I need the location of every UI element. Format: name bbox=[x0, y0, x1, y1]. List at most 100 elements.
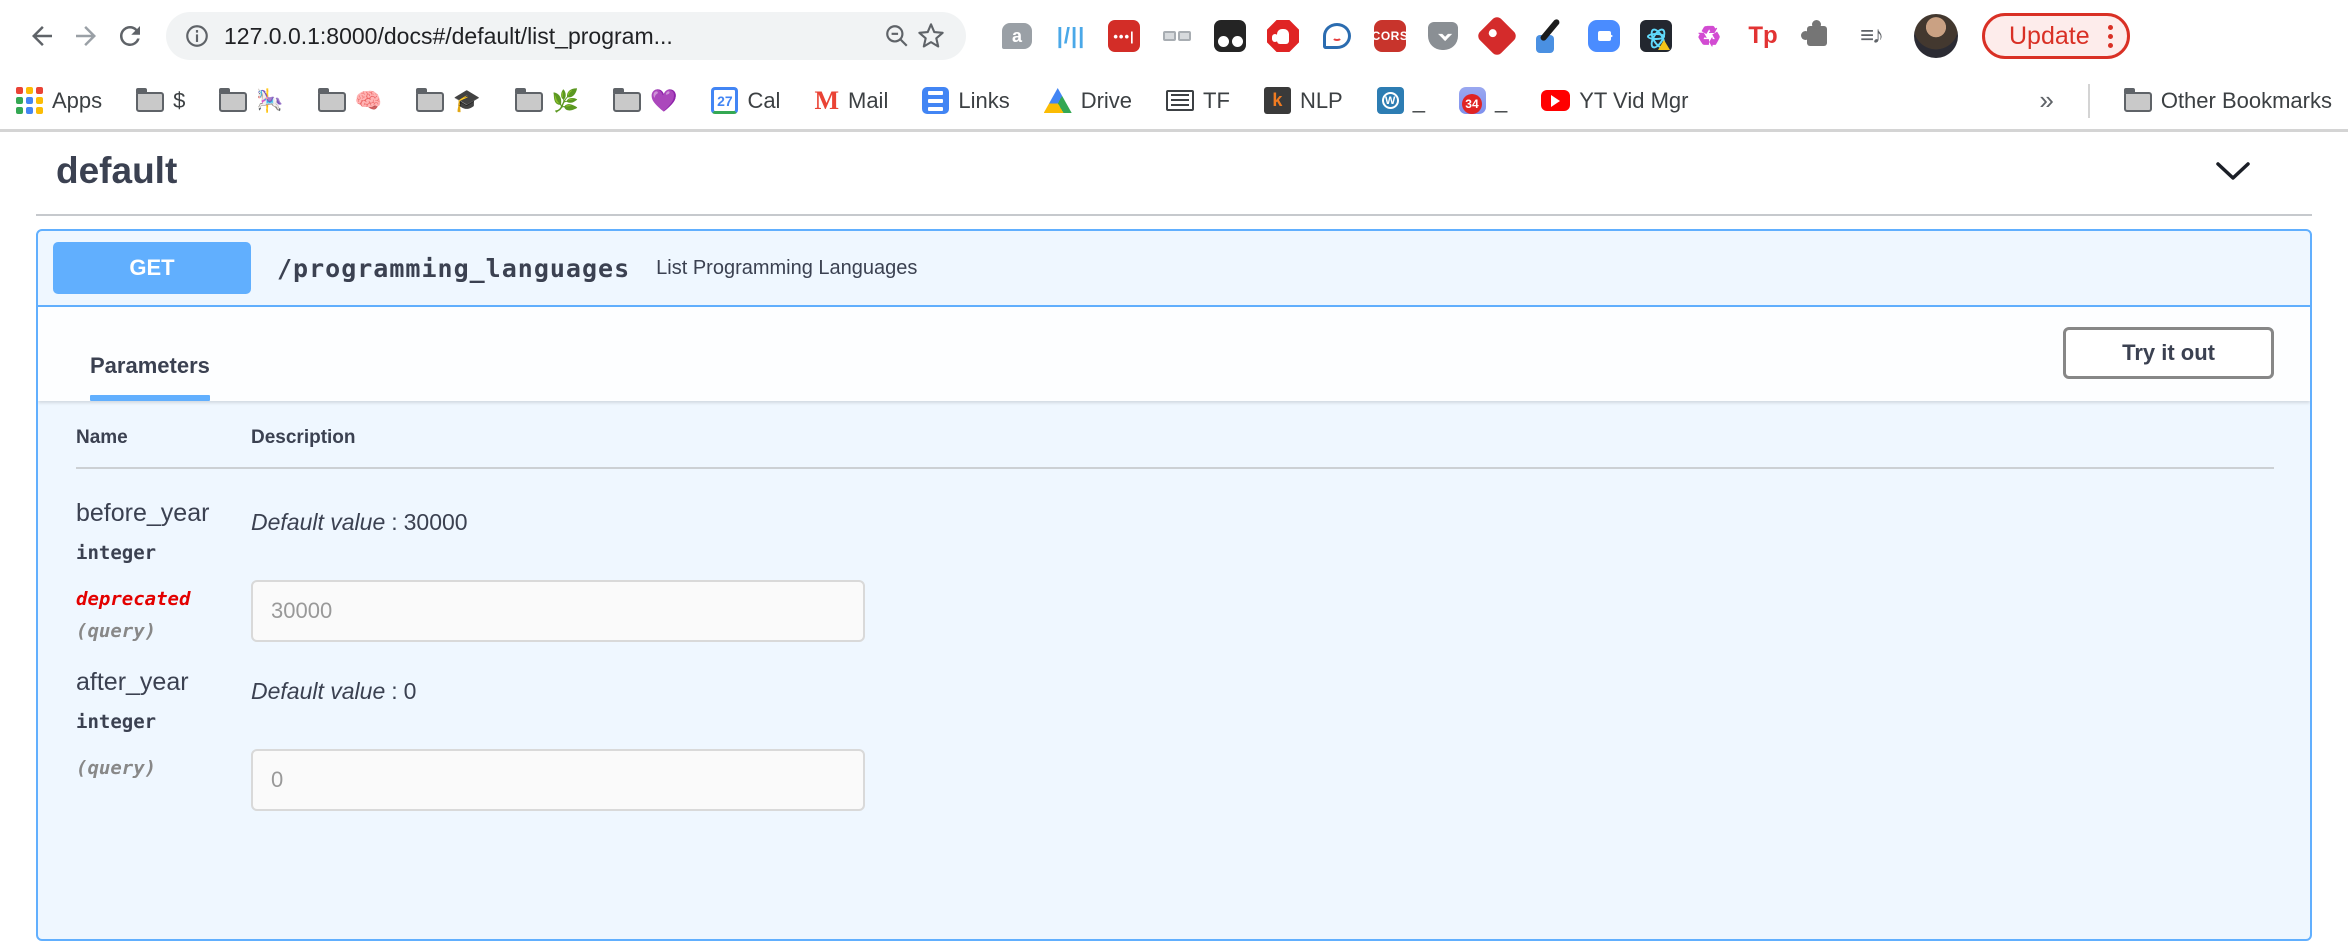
google-calendar-icon: 27 bbox=[711, 87, 738, 114]
purple-recycle-extension-icon[interactable]: ♻ bbox=[1692, 19, 1726, 53]
tp-extension-icon[interactable]: Tp bbox=[1746, 19, 1780, 53]
parameter-type: integer bbox=[76, 711, 251, 733]
chat-smile-extension-icon[interactable] bbox=[1320, 19, 1354, 53]
parameters-tab-label: Parameters bbox=[90, 353, 210, 379]
bookmark-yt-vid-mgr[interactable]: YT Vid Mgr bbox=[1541, 88, 1688, 114]
chrome-update-button[interactable]: Update bbox=[1982, 13, 2130, 59]
folder-icon bbox=[219, 92, 247, 112]
cors-extension-icon[interactable]: CORS bbox=[1374, 20, 1406, 52]
bookmark-star-button[interactable] bbox=[914, 19, 948, 53]
badge-34-icon: 34 bbox=[1459, 87, 1486, 114]
3d-glasses-extension-icon[interactable] bbox=[1160, 19, 1194, 53]
page-title: default bbox=[56, 150, 177, 192]
tag-section-header[interactable]: default bbox=[36, 132, 2312, 216]
try-it-out-button[interactable]: Try it out bbox=[2063, 327, 2274, 379]
bookmark-nlp[interactable]: kNLP bbox=[1264, 87, 1343, 114]
keras-icon: k bbox=[1264, 87, 1291, 114]
star-icon bbox=[917, 22, 945, 50]
deprecated-badge: deprecated bbox=[76, 588, 251, 610]
back-button[interactable] bbox=[20, 14, 64, 58]
parameter-row-after-year: after_year integer (query) Default value… bbox=[76, 642, 2274, 811]
zoom-out-button[interactable] bbox=[880, 19, 914, 53]
bookmark-tf[interactable]: TF bbox=[1166, 88, 1230, 114]
column-header-description: Description bbox=[251, 427, 356, 449]
swagger-page: default GET /programming_languages List … bbox=[0, 132, 2348, 941]
zoom-app-extension-icon[interactable] bbox=[1588, 20, 1620, 52]
folder-icon bbox=[613, 92, 641, 112]
apps-grid-icon bbox=[16, 87, 43, 114]
extensions-puzzle-icon[interactable] bbox=[1800, 19, 1834, 53]
default-value-line: Default value:30000 bbox=[251, 509, 2274, 536]
bookmark-calendar[interactable]: 27Cal bbox=[711, 87, 780, 114]
bookmarks-bar: Apps $ 🎠 🧠 🎓 🌿 💜 27Cal MMail Links Drive… bbox=[0, 72, 2348, 132]
url-text[interactable]: 127.0.0.1:8000/docs#/default/list_progra… bbox=[224, 23, 880, 50]
adblock-extension-icon[interactable] bbox=[1266, 19, 1300, 53]
browser-toolbar: 127.0.0.1:8000/docs#/default/list_progra… bbox=[0, 0, 2348, 72]
colorzilla-extension-icon[interactable] bbox=[1534, 19, 1568, 53]
forward-arrow-icon bbox=[71, 21, 101, 51]
parameter-name: after_year bbox=[76, 668, 251, 697]
endpoint-path[interactable]: /programming_languages bbox=[277, 254, 630, 283]
before-year-input[interactable] bbox=[251, 580, 865, 642]
gmail-icon: M bbox=[814, 86, 839, 116]
parameter-name: before_year bbox=[76, 499, 251, 528]
parameter-location: (query) bbox=[76, 757, 251, 779]
music-queue-extension-icon[interactable]: ≡♪ bbox=[1854, 19, 1888, 53]
parameter-type: integer bbox=[76, 542, 251, 564]
profile-avatar[interactable] bbox=[1914, 14, 1958, 58]
column-header-name: Name bbox=[76, 427, 251, 449]
bookmarks-divider bbox=[2088, 84, 2090, 118]
bookmark-folder-grad-cap[interactable]: 🎓 bbox=[416, 88, 480, 114]
collapse-chevron-icon[interactable] bbox=[2214, 160, 2252, 182]
bookmark-34[interactable]: 34_ bbox=[1459, 87, 1507, 114]
chat-assistant-extension-icon[interactable]: a bbox=[1000, 19, 1034, 53]
folder-icon bbox=[136, 92, 164, 112]
site-info-icon[interactable] bbox=[184, 23, 210, 49]
zoom-out-icon bbox=[884, 23, 910, 49]
blue-bars-extension-icon[interactable]: |/|| bbox=[1054, 19, 1088, 53]
bookmark-gmail[interactable]: MMail bbox=[814, 86, 888, 116]
pocket-extension-icon[interactable] bbox=[1426, 19, 1460, 53]
parameter-row-before-year: before_year integer deprecated (query) D… bbox=[76, 469, 2274, 642]
active-tab-indicator bbox=[90, 395, 210, 401]
bookmark-folder-purple-heart[interactable]: 💜 bbox=[613, 88, 677, 114]
folder-icon bbox=[515, 92, 543, 112]
get-endpoint-block: GET /programming_languages List Programm… bbox=[36, 229, 2312, 941]
bookmark-folder-carousel[interactable]: 🎠 bbox=[219, 88, 283, 114]
folder-icon bbox=[318, 92, 346, 112]
browser-menu-icon[interactable] bbox=[2108, 25, 2113, 48]
forward-button[interactable] bbox=[64, 14, 108, 58]
reload-icon bbox=[115, 21, 145, 51]
back-arrow-icon bbox=[27, 21, 57, 51]
red-share-extension-icon[interactable] bbox=[1480, 19, 1514, 53]
endpoint-summary-text: List Programming Languages bbox=[656, 257, 917, 280]
after-year-input[interactable] bbox=[251, 749, 865, 811]
bookmark-wordpress[interactable]: W_ bbox=[1377, 87, 1425, 114]
bookmarks-overflow-button[interactable]: » bbox=[2039, 85, 2053, 116]
parameters-section-header: Parameters Try it out bbox=[38, 307, 2310, 401]
extensions-row: a |/|| •••| CORS ♻ Tp ≡♪ bbox=[1000, 19, 1888, 53]
bookmark-apps[interactable]: Apps bbox=[16, 87, 102, 114]
reload-button[interactable] bbox=[108, 14, 152, 58]
lastpass-extension-icon[interactable]: •••| bbox=[1108, 20, 1140, 52]
default-value: 30000 bbox=[404, 509, 468, 535]
tampermonkey-extension-icon[interactable] bbox=[1214, 20, 1246, 52]
bookmark-drive[interactable]: Drive bbox=[1044, 88, 1132, 114]
update-label: Update bbox=[2009, 22, 2090, 51]
bookmark-links[interactable]: Links bbox=[922, 87, 1009, 114]
bookmark-folder-dollar[interactable]: $ bbox=[136, 88, 185, 114]
bookmark-folder-brain[interactable]: 🧠 bbox=[318, 88, 382, 114]
folder-icon bbox=[2124, 92, 2152, 112]
endpoint-summary[interactable]: GET /programming_languages List Programm… bbox=[38, 231, 2310, 307]
address-bar[interactable]: 127.0.0.1:8000/docs#/default/list_progra… bbox=[166, 12, 966, 60]
wordpress-icon: W bbox=[1377, 87, 1404, 114]
bookmark-folder-herb[interactable]: 🌿 bbox=[515, 88, 579, 114]
react-devtools-extension-icon[interactable] bbox=[1640, 20, 1672, 52]
tab-parameters[interactable]: Parameters bbox=[74, 353, 226, 401]
folder-icon bbox=[416, 92, 444, 112]
parameters-table-header: Name Description bbox=[76, 427, 2274, 469]
parameter-location: (query) bbox=[76, 620, 251, 642]
other-bookmarks-button[interactable]: Other Bookmarks bbox=[2124, 88, 2332, 114]
google-drive-icon bbox=[1044, 88, 1072, 113]
card-icon bbox=[1166, 90, 1194, 111]
